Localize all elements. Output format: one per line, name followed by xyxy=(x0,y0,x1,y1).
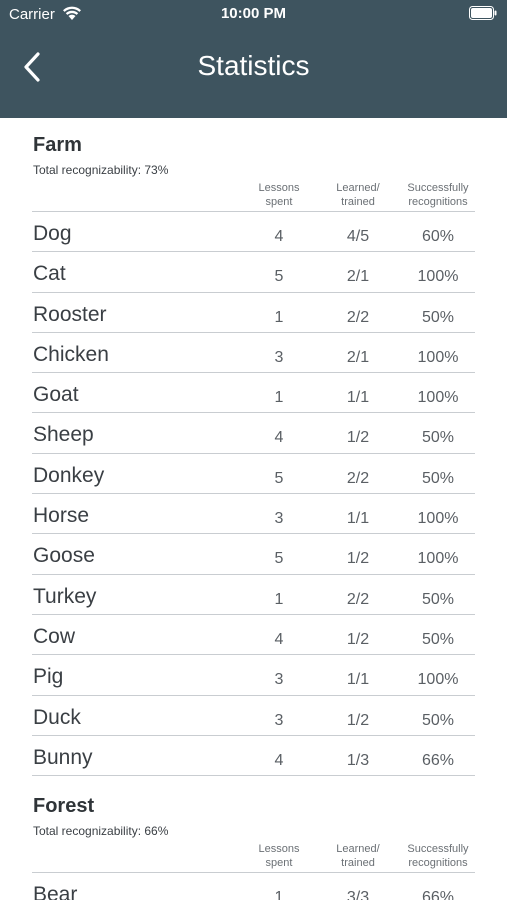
learned-trained-value: 1/1 xyxy=(346,510,370,528)
recognition-rate-value: 100% xyxy=(417,389,459,407)
table-row[interactable]: Dog 4 4/5 60% xyxy=(0,212,507,253)
table-row[interactable]: Cow 4 1/2 50% xyxy=(0,615,507,656)
recognition-rate-value: 100% xyxy=(417,550,459,568)
status-bar: Carrier 10:00 PM xyxy=(0,0,507,30)
lessons-spent-value: 1 xyxy=(274,889,284,900)
status-time: 10:00 PM xyxy=(220,5,287,22)
section-title: Farm xyxy=(33,134,82,156)
animal-name: Pig xyxy=(33,665,64,689)
recognition-rate-value: 100% xyxy=(417,268,459,286)
animal-name: Dog xyxy=(33,222,72,245)
recognition-rate-value: 60% xyxy=(421,228,455,245)
learned-trained-value: 2/1 xyxy=(346,268,370,286)
animal-name: Chicken xyxy=(33,342,109,366)
learned-trained-value: 4/5 xyxy=(346,228,370,245)
learned-trained-value: 2/1 xyxy=(346,348,370,366)
lessons-spent-value: 5 xyxy=(274,268,284,286)
lessons-spent-value: 3 xyxy=(274,348,284,366)
table-row[interactable]: Pig 3 1/1 100% xyxy=(0,655,507,696)
recognition-rate-value: 50% xyxy=(421,711,455,729)
section-title: Forest xyxy=(33,795,95,817)
lessons-spent-value: 4 xyxy=(274,228,284,245)
animal-name: Duck xyxy=(33,705,81,729)
animal-name: Bear xyxy=(33,883,78,900)
table-row[interactable]: Duck 3 1/2 50% xyxy=(0,696,507,736)
animal-name: Donkey xyxy=(33,463,105,487)
table-row[interactable]: Rooster 1 2/2 50% xyxy=(0,293,507,333)
learned-trained-value: 1/3 xyxy=(346,751,370,769)
lessons-spent-value: 4 xyxy=(274,429,284,447)
learned-trained-value: 2/2 xyxy=(346,469,370,487)
animal-name: Sheep xyxy=(33,423,94,447)
recognition-rate-value: 50% xyxy=(421,308,455,326)
animal-name: Cow xyxy=(33,624,76,648)
battery-icon xyxy=(469,6,497,20)
animal-name: Goose xyxy=(33,544,95,568)
animal-name: Horse xyxy=(33,504,90,528)
lessons-spent-value: 3 xyxy=(274,510,284,528)
table-row[interactable]: Bunny 4 1/3 66% xyxy=(0,736,507,777)
lessons-spent-value: 3 xyxy=(274,711,284,729)
table-row[interactable]: Cat 5 2/1 100% xyxy=(0,252,507,293)
learned-trained-value: 2/2 xyxy=(346,308,370,326)
recognition-rate-value: 66% xyxy=(421,751,455,769)
lessons-spent-value: 1 xyxy=(274,389,284,407)
table-row[interactable]: Chicken 3 2/1 100% xyxy=(0,333,507,374)
recognition-rate-value: 100% xyxy=(417,671,459,689)
recognition-rate-value: 50% xyxy=(421,630,455,648)
column-header-success: Successfully recognitions xyxy=(407,182,469,208)
learned-trained-value: 1/1 xyxy=(346,671,370,689)
rows: Bear 1 3/3 66% xyxy=(0,873,507,900)
table-row[interactable]: Sheep 4 1/2 50% xyxy=(0,413,507,454)
row-divider xyxy=(32,775,475,777)
recognition-rate-value: 100% xyxy=(417,510,459,528)
recognition-rate-value: 66% xyxy=(421,889,455,900)
learned-trained-value: 1/2 xyxy=(346,630,370,648)
total-recognizability: Total recognizability: 73% xyxy=(33,163,169,177)
recognition-rate-value: 50% xyxy=(421,469,455,487)
table-row[interactable]: Horse 3 1/1 100% xyxy=(0,494,507,535)
column-header-lessons: Lessons spent xyxy=(258,843,300,869)
learned-trained-value: 1/2 xyxy=(346,550,370,568)
lessons-spent-value: 5 xyxy=(274,469,284,487)
learned-trained-value: 1/1 xyxy=(346,389,370,407)
recognition-rate-value: 100% xyxy=(417,348,459,366)
recognition-rate-value: 50% xyxy=(421,429,455,447)
animal-name: Turkey xyxy=(33,584,97,608)
lessons-spent-value: 1 xyxy=(274,308,284,326)
lessons-spent-value: 5 xyxy=(274,550,284,568)
total-recognizability: Total recognizability: 66% xyxy=(33,824,169,838)
learned-trained-value: 3/3 xyxy=(346,889,370,900)
column-header-lessons: Lessons spent xyxy=(258,182,300,208)
learned-trained-value: 2/2 xyxy=(346,590,370,608)
table-row[interactable]: Goose 5 1/2 100% xyxy=(0,534,507,575)
animal-name: Rooster xyxy=(33,302,107,326)
table-row[interactable]: Turkey 1 2/2 50% xyxy=(0,575,507,615)
rows: Dog 4 4/5 60% Cat 5 2/1 100% Rooster 1 2/2 50% Chick… xyxy=(0,212,507,777)
lessons-spent-value: 1 xyxy=(274,590,284,608)
column-header-learned: Learned/trained xyxy=(336,843,380,869)
animal-name: Bunny xyxy=(33,745,93,769)
column-header-learned: Learned/trained xyxy=(336,182,380,208)
lessons-spent-value: 3 xyxy=(274,671,284,689)
animal-name: Goat xyxy=(33,383,79,407)
column-header-success: Successfully recognitions xyxy=(407,843,469,869)
learned-trained-value: 1/2 xyxy=(346,711,370,729)
animal-name: Cat xyxy=(33,262,66,286)
lessons-spent-value: 4 xyxy=(274,751,284,769)
page-title: Statistics xyxy=(197,50,310,81)
table-row[interactable]: Donkey 5 2/2 50% xyxy=(0,454,507,495)
nav-header: Carrier 10:00 PM Statistics xyxy=(0,0,507,118)
learned-trained-value: 1/2 xyxy=(346,429,370,447)
lessons-spent-value: 4 xyxy=(274,630,284,648)
recognition-rate-value: 50% xyxy=(421,590,455,608)
table-row[interactable]: Goat 1 1/1 100% xyxy=(0,373,507,414)
statistics-list[interactable]: Farm Total recognizability: 73% Lessons s… xyxy=(0,118,507,900)
table-row[interactable]: Bear 1 3/3 66% xyxy=(0,873,507,900)
